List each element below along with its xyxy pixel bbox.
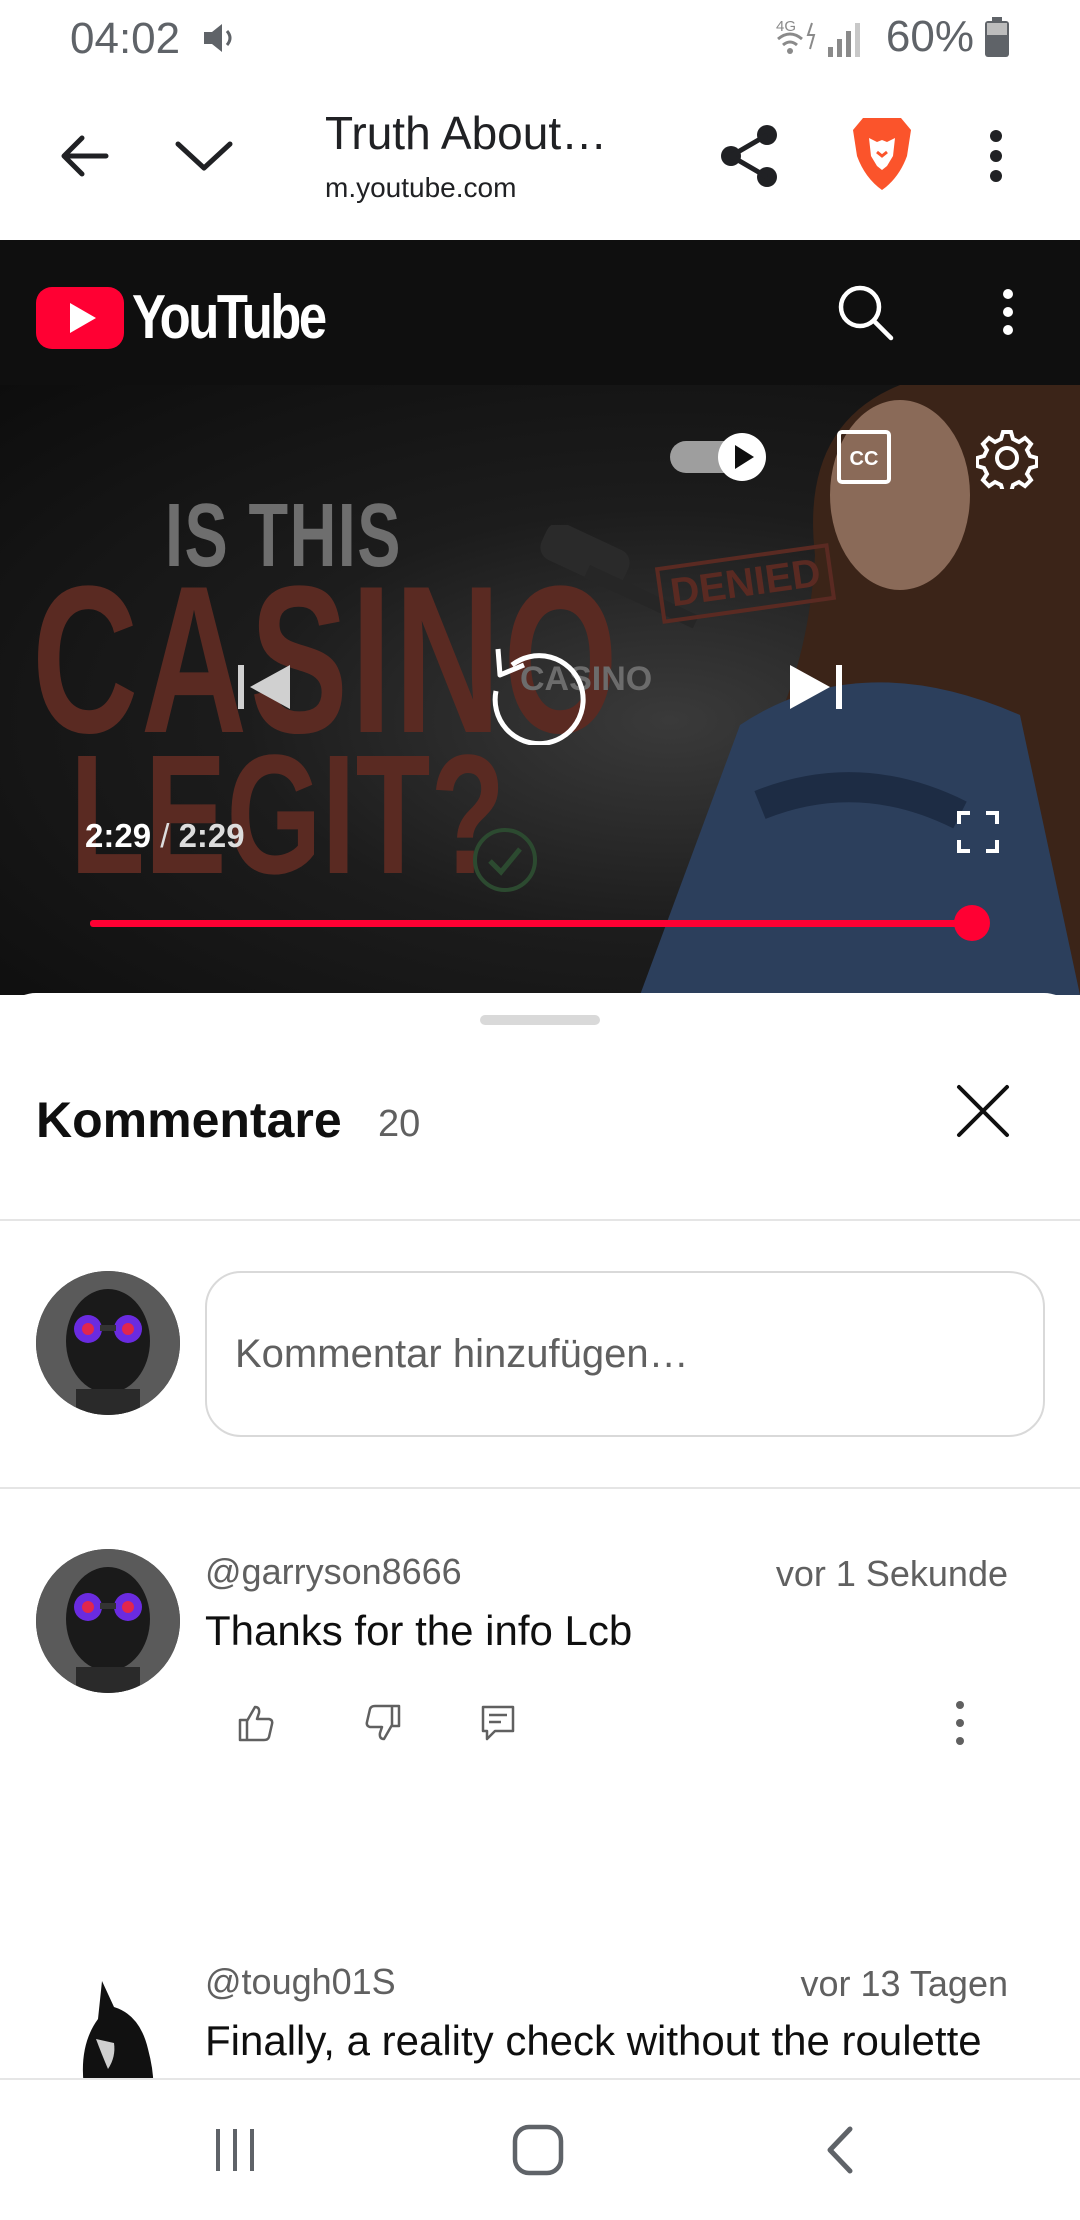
next-video-button[interactable]: [784, 655, 848, 719]
panel-drag-handle[interactable]: [480, 1015, 600, 1025]
fullscreen-button[interactable]: [956, 810, 1000, 854]
cc-label: CC: [850, 448, 879, 470]
fullscreen-icon: [957, 811, 999, 853]
comment-text: Thanks for the info Lcb: [205, 1607, 633, 1654]
divider: [0, 1219, 1080, 1221]
youtube-logo[interactable]: YouTube: [36, 282, 367, 353]
comment-time: vor 13 Tagen: [800, 1963, 1009, 2004]
signal-icon: 4G: [776, 18, 860, 57]
reply-comment-icon: [481, 1705, 515, 1741]
video-player[interactable]: IS THIS CASINO LEGIT? DENIED CASINO CC 2…: [0, 385, 1080, 995]
current-time: 2:29: [85, 817, 152, 854]
reply-button[interactable]: [470, 1695, 526, 1751]
home-icon[interactable]: [488, 2100, 588, 2200]
status-bar: 04:02 4G 60%: [0, 0, 1080, 80]
checkmark-icon: [473, 828, 537, 892]
page-url[interactable]: m.youtube.com: [325, 172, 516, 204]
progress-scrubber[interactable]: [954, 905, 990, 941]
youtube-logo-text: YouTube: [132, 283, 327, 352]
divider: [0, 1487, 1080, 1489]
close-icon[interactable]: [945, 1073, 1021, 1149]
comment-author[interactable]: @tough01S: [205, 1961, 396, 2003]
volume-icon: [204, 24, 232, 52]
status-icons: 4G 60%: [776, 12, 1010, 62]
system-back-icon[interactable]: [790, 2100, 890, 2200]
duration: 2:29: [178, 817, 245, 854]
recent-apps-icon[interactable]: [185, 2100, 285, 2200]
network-type: 4G: [776, 18, 796, 35]
video-time-display: 2:29 / 2:29: [85, 817, 245, 855]
comment-time: vor 1 Sekunde: [775, 1553, 1008, 1594]
youtube-menu-icon[interactable]: [968, 272, 1048, 352]
skip-previous-icon: [238, 665, 290, 709]
cc-icon: CC: [837, 430, 891, 484]
replay-icon: [492, 648, 586, 747]
autoplay-toggle[interactable]: [668, 431, 772, 483]
add-comment-input[interactable]: Kommentar hinzufügen…: [205, 1271, 1045, 1437]
thumbs-down-icon: [365, 1704, 401, 1741]
status-time: 04:02: [70, 14, 181, 63]
comment-author[interactable]: @garryson8666: [205, 1551, 462, 1593]
previous-video-button[interactable]: [232, 655, 296, 719]
comments-panel: Kommentare 20 Kommentar hinzufügen… @gar…: [0, 993, 1080, 2103]
back-arrow-icon[interactable]: [44, 116, 124, 196]
avatar[interactable]: [36, 1271, 180, 1415]
share-icon[interactable]: [710, 116, 790, 196]
search-icon[interactable]: [825, 272, 905, 352]
battery-percent: 60%: [885, 12, 974, 61]
brave-lion-icon[interactable]: [842, 114, 922, 194]
closed-captions-button[interactable]: CC: [836, 429, 892, 485]
system-navigation-bar: [0, 2078, 1080, 2220]
comment-more-icon[interactable]: [932, 1695, 988, 1751]
comment-text: Finally, a reality check without the rou…: [205, 2017, 982, 2064]
replay-button[interactable]: [482, 635, 592, 747]
settings-gear-icon[interactable]: [975, 427, 1039, 494]
youtube-header: YouTube: [0, 240, 1080, 385]
youtube-play-logo-icon: [36, 286, 124, 349]
battery-icon: [985, 17, 1009, 57]
page-title[interactable]: Truth About…: [325, 106, 607, 160]
dislike-button[interactable]: [355, 1695, 411, 1751]
comments-count: 20: [378, 1103, 421, 1145]
like-button[interactable]: [228, 1695, 284, 1751]
time-separator: /: [160, 817, 170, 854]
avatar[interactable]: [36, 1549, 180, 1693]
thumbnail-text-legit: LEGIT?: [70, 720, 506, 910]
skip-next-icon: [790, 665, 842, 709]
chevron-down-icon[interactable]: [164, 116, 244, 196]
thumbs-up-icon: [238, 1705, 274, 1742]
browser-toolbar: Truth About… m.youtube.com: [0, 80, 1080, 240]
progress-bar[interactable]: [90, 920, 972, 927]
add-comment-placeholder: Kommentar hinzufügen…: [235, 1331, 689, 1376]
comments-title: Kommentare: [36, 1092, 342, 1148]
overflow-menu-icon[interactable]: [956, 116, 1036, 196]
